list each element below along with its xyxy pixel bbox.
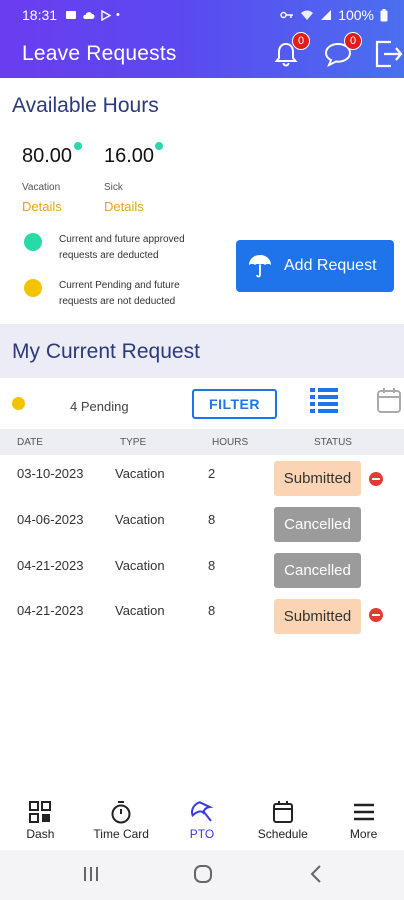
home-button[interactable] (193, 864, 213, 889)
row-hours: 8 (208, 603, 216, 618)
table-row[interactable]: 04-06-2023 Vacation 8 Cancelled (0, 506, 404, 552)
bottom-navigation: Dash Time Card PTO Schedule More (0, 792, 404, 850)
status-badge: Submitted (274, 599, 361, 634)
notifications-badge: 0 (292, 32, 310, 50)
approved-legend-dot (24, 233, 42, 251)
key-icon (280, 11, 294, 19)
stopwatch-icon (111, 801, 131, 824)
nav-item-dash[interactable]: Dash (0, 792, 81, 850)
back-icon (310, 865, 321, 883)
status-bar: 18:31 • 100% (0, 0, 404, 30)
nav-label: PTO (189, 827, 215, 841)
pending-indicator-dot (12, 397, 25, 410)
menu-icon (353, 803, 374, 821)
column-header-hours: HOURS (212, 437, 249, 448)
play-icon (101, 9, 112, 21)
logout-icon (375, 40, 403, 68)
recents-icon (84, 867, 98, 881)
pending-legend-dot (24, 279, 42, 297)
table-row[interactable]: 03-10-2023 Vacation 2 Submitted (0, 460, 404, 506)
status-notification-icons: • (65, 9, 120, 21)
list-view-icon[interactable] (309, 386, 339, 419)
app-bar: Leave Requests 0 0 (0, 30, 404, 78)
nav-item-schedule[interactable]: Schedule (242, 792, 323, 850)
vacation-hours-value: 80.00 (22, 145, 73, 167)
calendar-icon (272, 801, 293, 823)
status-badge: Submitted (274, 461, 361, 496)
vacation-details-link[interactable]: Details (22, 199, 62, 214)
wifi-icon (301, 10, 314, 20)
umbrella-icon (236, 253, 284, 279)
remove-request-icon[interactable] (369, 472, 383, 486)
messages-button[interactable]: 0 (322, 32, 362, 70)
pending-legend-text: Current Pending and future requests are … (59, 280, 180, 307)
approved-indicator-dot (74, 142, 82, 150)
status-system-icons: 100% (280, 7, 388, 23)
current-request-header: My Current Request (0, 324, 404, 378)
row-type: Vacation (115, 558, 165, 573)
status-badge: Cancelled (274, 507, 361, 542)
row-hours: 8 (208, 512, 216, 527)
nav-label: Time Card (93, 827, 149, 841)
recents-button[interactable] (82, 864, 100, 889)
table-header: DATE TYPE HOURS STATUS (0, 429, 404, 455)
available-hours-title: Available Hours (12, 94, 159, 117)
approved-indicator-dot (155, 142, 163, 150)
umbrella-icon (191, 801, 214, 822)
nav-label: More (349, 827, 378, 841)
nav-item-pto[interactable]: PTO (162, 792, 243, 850)
row-hours: 8 (208, 558, 216, 573)
notifications-button[interactable]: 0 (270, 32, 310, 70)
back-button[interactable] (309, 864, 323, 889)
logout-button[interactable] (372, 38, 404, 70)
row-hours: 2 (208, 466, 216, 481)
table-row[interactable]: 04-21-2023 Vacation 8 Submitted (0, 597, 404, 643)
pending-count: 4 Pending (70, 399, 129, 414)
nav-label: Schedule (257, 827, 308, 841)
calendar-view-icon[interactable] (376, 386, 402, 419)
signal-icon (321, 10, 332, 20)
dashboard-icon (29, 801, 52, 823)
column-header-type: TYPE (120, 437, 147, 448)
column-header-status: STATUS (314, 437, 352, 448)
nav-item-time-card[interactable]: Time Card (81, 792, 162, 850)
sick-details-link[interactable]: Details (104, 199, 144, 214)
approved-legend-text: Current and future approved requests are… (59, 234, 185, 261)
image-icon (66, 11, 77, 19)
column-header-date: DATE (17, 437, 43, 448)
nav-item-more[interactable]: More (323, 792, 404, 850)
status-badge: Cancelled (274, 553, 361, 588)
status-time: 18:31 (22, 7, 58, 23)
battery-percent: 100% (338, 7, 374, 23)
remove-request-icon[interactable] (369, 608, 383, 622)
battery-icon (380, 8, 388, 21)
sick-hours-value: 16.00 (104, 145, 155, 167)
row-type: Vacation (115, 466, 165, 481)
filter-button[interactable]: FILTER (192, 389, 277, 419)
row-date: 04-21-2023 (17, 603, 84, 618)
nav-label: Dash (26, 827, 55, 841)
row-type: Vacation (115, 512, 165, 527)
table-row[interactable]: 04-21-2023 Vacation 8 Cancelled (0, 552, 404, 598)
row-type: Vacation (115, 603, 165, 618)
sick-label: Sick (104, 182, 123, 193)
dot-icon: • (116, 9, 120, 21)
current-request-title: My Current Request (12, 340, 200, 363)
vacation-label: Vacation (22, 182, 61, 193)
cloud-icon (83, 12, 95, 19)
system-navigation-bar (0, 850, 404, 900)
row-date: 03-10-2023 (17, 466, 84, 481)
top-header: 18:31 • 100% Leave Requests 0 0 (0, 0, 404, 78)
row-date: 04-06-2023 (17, 512, 84, 527)
home-icon (194, 865, 212, 883)
page-title: Leave Requests (22, 42, 177, 65)
messages-badge: 0 (344, 32, 362, 50)
add-request-label: Add Request (284, 257, 377, 274)
row-date: 04-21-2023 (17, 558, 84, 573)
add-request-button[interactable]: Add Request (236, 240, 394, 292)
